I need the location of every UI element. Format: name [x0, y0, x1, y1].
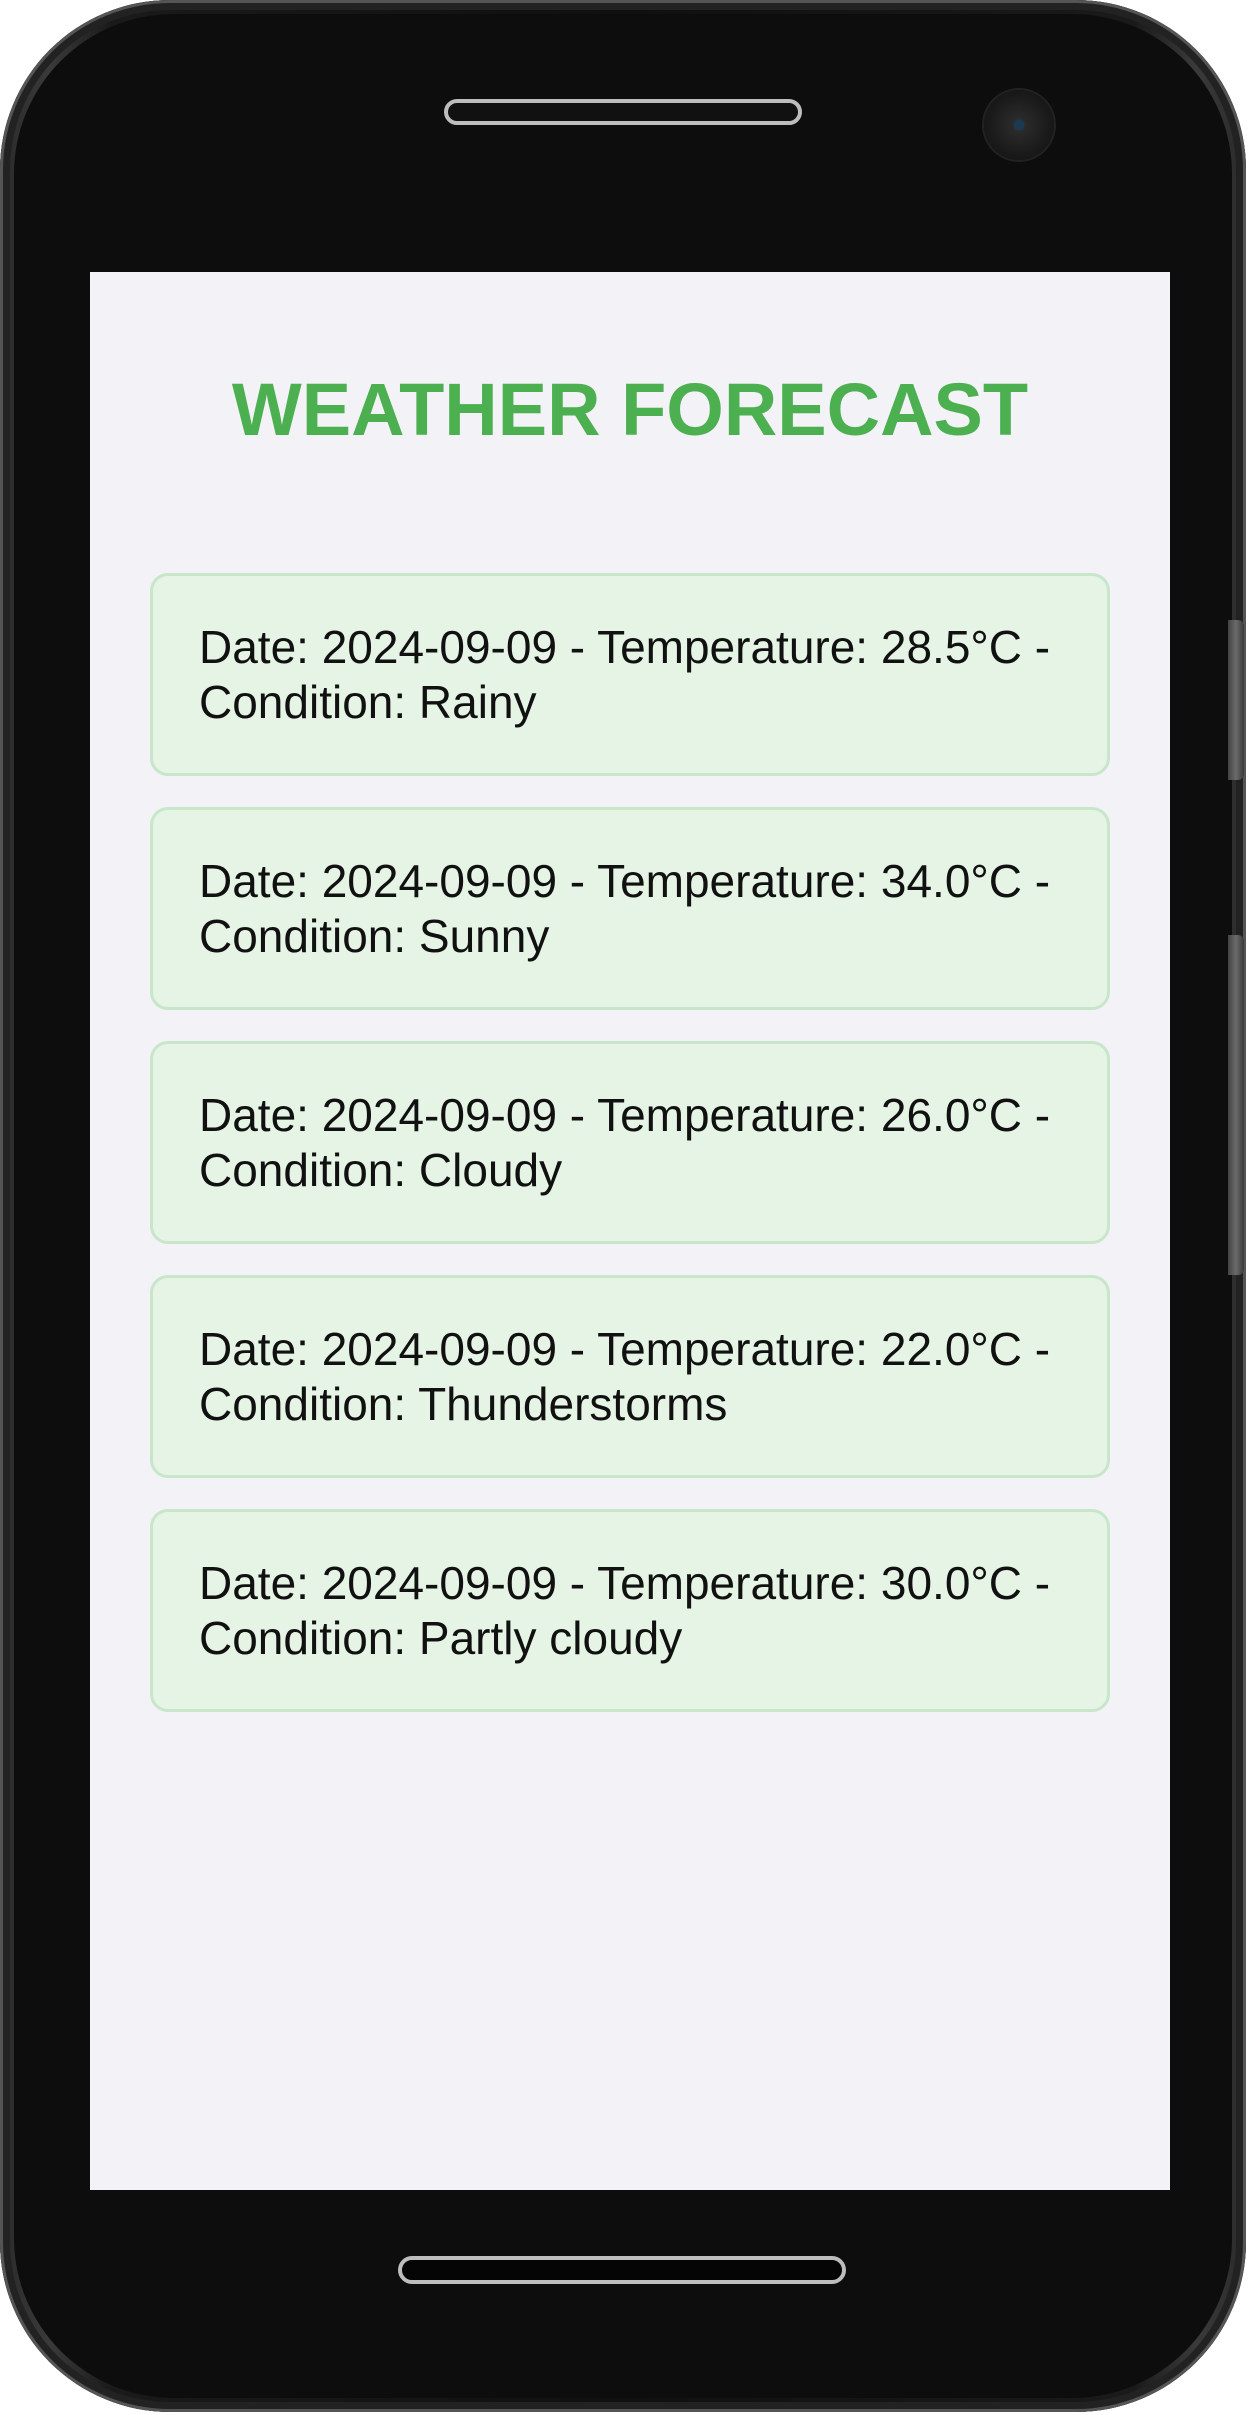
app-screen: WEATHER FORECAST Date: 2024-09-09 - Temp…	[90, 272, 1170, 2190]
home-button[interactable]	[398, 2256, 846, 2284]
forecast-item: Date: 2024-09-09 - Temperature: 22.0°C -…	[150, 1275, 1110, 1478]
forecast-item: Date: 2024-09-09 - Temperature: 34.0°C -…	[150, 807, 1110, 1010]
volume-button	[1228, 620, 1244, 780]
forecast-list: Date: 2024-09-09 - Temperature: 28.5°C -…	[150, 573, 1110, 1743]
front-camera-icon	[984, 90, 1054, 160]
phone-frame: WEATHER FORECAST Date: 2024-09-09 - Temp…	[0, 0, 1246, 2412]
page-title: WEATHER FORECAST	[231, 368, 1029, 451]
forecast-item: Date: 2024-09-09 - Temperature: 28.5°C -…	[150, 573, 1110, 776]
forecast-item: Date: 2024-09-09 - Temperature: 30.0°C -…	[150, 1509, 1110, 1712]
power-button	[1228, 935, 1244, 1275]
earpiece-speaker	[444, 99, 802, 125]
forecast-item: Date: 2024-09-09 - Temperature: 26.0°C -…	[150, 1041, 1110, 1244]
